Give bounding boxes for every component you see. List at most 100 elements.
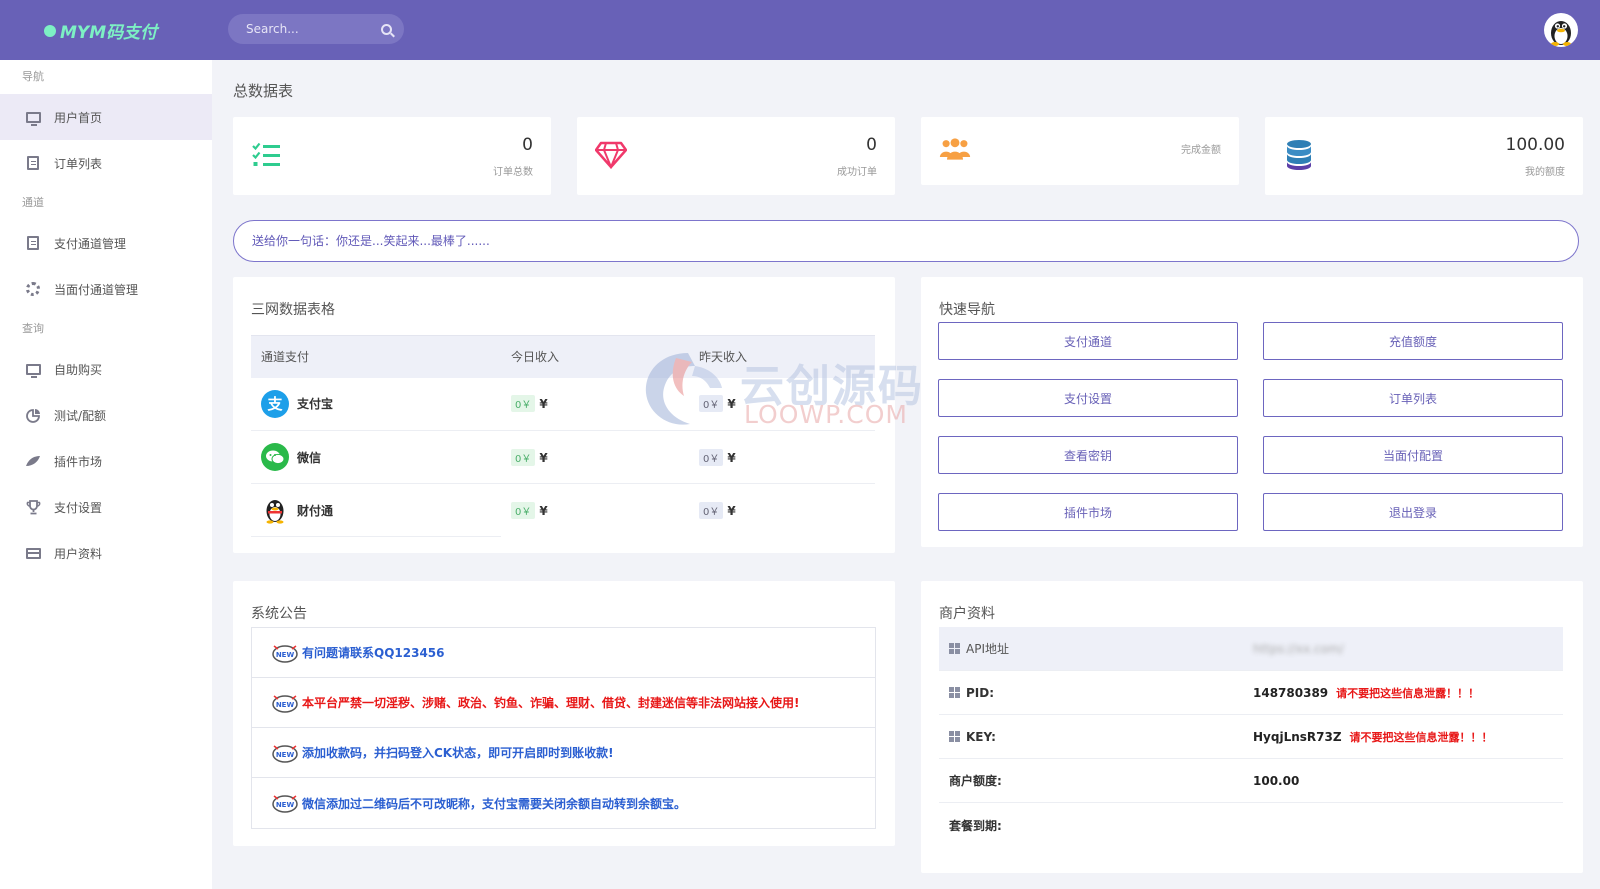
quicknav-pay-settings-button[interactable]: 支付设置 — [938, 379, 1238, 417]
search-icon[interactable] — [381, 23, 392, 35]
warning-text: 请不要把这些信息泄露！！！ — [1336, 686, 1480, 700]
quicknav-view-key-button[interactable]: 查看密钥 — [938, 436, 1238, 474]
sidebar-item-pay-settings[interactable]: 支付设置 — [0, 484, 212, 530]
notice-list: NEW 有问题请联系QQ123456 NEW 本平台严禁一切淫秽、涉赌、政治、钓… — [251, 627, 876, 829]
sidebar-item-label: 支付设置 — [54, 500, 103, 515]
sidebar-item-label: 支付通道管理 — [54, 236, 127, 251]
grid-icon — [949, 731, 960, 742]
quicknav-plugin-market-button[interactable]: 插件市场 — [938, 493, 1238, 531]
quicknav-pay-channel-button[interactable]: 支付通道 — [938, 322, 1238, 360]
document-icon — [25, 236, 41, 250]
list-item[interactable]: NEW 添加收款码，并扫码登入CK状态，即可开启即时到账收款! — [252, 728, 875, 778]
card-icon — [25, 546, 41, 560]
sidebar-item-self-buy[interactable]: 自助购买 — [0, 346, 212, 392]
new-badge-icon: NEW — [272, 694, 298, 713]
qq-penguin-icon — [1551, 21, 1571, 46]
api-url-value[interactable]: https://xx.com/ — [1253, 642, 1344, 656]
table-row: KEY: HyqjLnsR73Z 请不要把这些信息泄露！！！ — [939, 715, 1563, 759]
monitor-icon — [25, 362, 41, 378]
merchant-key: API地址 — [966, 642, 1009, 656]
list-item[interactable]: NEW 微信添加过二维码后不可改昵称，支付宝需要关闭余额自动转到余额宝。 — [252, 778, 875, 828]
table-row: API地址 https://xx.com/ — [939, 627, 1563, 671]
logo-icon — [44, 24, 56, 37]
stat-value: 100.00 — [1505, 135, 1565, 155]
notice-text: 微信添加过二维码后不可改昵称，支付宝需要关闭余额自动转到余额宝。 — [302, 796, 687, 811]
stat-label: 成功订单 — [837, 167, 877, 178]
stat-card-total-orders: 0 订单总数 — [233, 117, 551, 195]
svg-text:NEW: NEW — [276, 751, 295, 759]
stat-value: 0 — [522, 135, 533, 155]
table-header: 昨天收入 — [689, 335, 875, 378]
wechat-icon — [261, 443, 289, 471]
panel-title: 商户资料 — [939, 606, 995, 622]
merchant-panel: 商户资料 API地址 https://xx.com/ PID: 14878038… — [921, 581, 1583, 873]
notice-text: 有问题请联系QQ123456 — [302, 646, 445, 660]
alipay-icon: 支 — [261, 389, 289, 418]
svg-text:NEW: NEW — [276, 651, 295, 659]
merchant-key: 套餐到期: — [949, 818, 1002, 833]
panel-title: 三网数据表格 — [251, 302, 335, 318]
logo[interactable]: MYM码支付 — [44, 18, 157, 43]
sidebar-item-label: 订单列表 — [54, 156, 103, 171]
channel-name: 支付宝 — [297, 397, 334, 412]
table-row: 套餐到期: — [939, 803, 1563, 847]
stat-card-my-quota: 100.00 我的额度 — [1265, 117, 1583, 195]
sidebar-item-label: 用户资料 — [54, 546, 103, 561]
quote-banner: 送给你一句话：你还是...笑起来...最棒了...... — [233, 220, 1579, 262]
table-row: 支 支付宝 0￥ ¥ 0￥ ¥ — [251, 377, 875, 431]
search-input[interactable] — [246, 22, 376, 36]
sidebar-section-channel: 通道 — [22, 196, 44, 209]
database-icon — [1283, 139, 1315, 171]
avatar[interactable] — [1544, 13, 1578, 47]
quicknav-recharge-button[interactable]: 充值额度 — [1263, 322, 1563, 360]
users-icon — [939, 133, 971, 165]
grid-icon — [949, 643, 960, 654]
channel-name: 微信 — [297, 450, 322, 465]
quicknav-f2f-config-button[interactable]: 当面付配置 — [1263, 436, 1563, 474]
table-row: 财付通 0￥ ¥ 0￥ ¥ — [251, 483, 875, 537]
sidebar-item-plugin-market[interactable]: 插件市场 — [0, 438, 212, 484]
quicknav-order-list-button[interactable]: 订单列表 — [1263, 379, 1563, 417]
svg-text:NEW: NEW — [276, 701, 295, 709]
search-box — [228, 14, 404, 44]
table-row: 微信 0￥ ¥ 0￥ ¥ — [251, 430, 875, 484]
trophy-icon — [25, 499, 41, 514]
table-header: 通道支付 — [251, 335, 501, 378]
panel-title: 快速导航 — [939, 302, 995, 318]
monitor-icon — [25, 110, 41, 126]
key-value: HyqjLnsR73Z — [1253, 729, 1342, 744]
merchant-key: KEY: — [966, 729, 996, 744]
list-item[interactable]: NEW 本平台严禁一切淫秽、涉赌、政治、钓鱼、诈骗、理财、借贷、封建迷信等非法网… — [252, 678, 875, 728]
notice-text: 本平台严禁一切淫秽、涉赌、政治、钓鱼、诈骗、理财、借贷、封建迷信等非法网站接入使… — [302, 696, 800, 710]
yesterday-income: 0￥ — [699, 395, 724, 413]
stat-value: 0 — [866, 135, 877, 155]
sidebar-item-home[interactable]: 用户首页 — [0, 94, 212, 140]
income-table: 通道支付 今日收入 昨天收入 支 支付宝 0￥ ¥ 0￥ ¥ 微信 0￥ ¥ 0… — [251, 335, 875, 537]
sidebar-item-user-profile[interactable]: 用户资料 — [0, 530, 212, 576]
today-income: 0￥ — [511, 448, 536, 466]
today-income: 0￥ — [511, 395, 536, 413]
stat-label: 订单总数 — [493, 167, 533, 178]
pid-value: 148780389 — [1253, 685, 1329, 700]
sidebar-item-orders[interactable]: 订单列表 — [0, 140, 212, 186]
merchant-info-table: API地址 https://xx.com/ PID: 148780389 请不要把… — [939, 627, 1563, 847]
sanwang-panel: 三网数据表格 通道支付 今日收入 昨天收入 支 支付宝 0￥ ¥ 0￥ ¥ 微信… — [233, 277, 895, 553]
checklist-icon — [251, 139, 283, 171]
stat-card-success-orders: 0 成功订单 — [577, 117, 895, 195]
today-income: 0￥ — [511, 501, 536, 519]
merchant-key: 商户额度: — [949, 774, 1002, 788]
stat-label: 完成金额 — [1181, 145, 1221, 156]
sidebar-item-channel-manage[interactable]: 支付通道管理 — [0, 220, 212, 266]
table-header-row: 通道支付 今日收入 昨天收入 — [251, 335, 875, 378]
sidebar-section-query: 查询 — [22, 322, 44, 335]
stat-label: 我的额度 — [1525, 167, 1565, 178]
sidebar-item-f2f-channel[interactable]: 当面付通道管理 — [0, 266, 212, 312]
sidebar-item-test-quota[interactable]: 测试/配额 — [0, 392, 212, 438]
pie-chart-icon — [25, 408, 41, 423]
quicknav-panel: 快速导航 支付通道 充值额度 支付设置 订单列表 查看密钥 当面付配置 插件市场… — [921, 277, 1583, 547]
quicknav-logout-button[interactable]: 退出登录 — [1263, 493, 1563, 531]
list-item[interactable]: NEW 有问题请联系QQ123456 — [252, 628, 875, 678]
new-badge-icon: NEW — [272, 744, 298, 763]
top-bar: MYM码支付 — [0, 0, 1600, 60]
quota-value: 100.00 — [1253, 773, 1300, 788]
